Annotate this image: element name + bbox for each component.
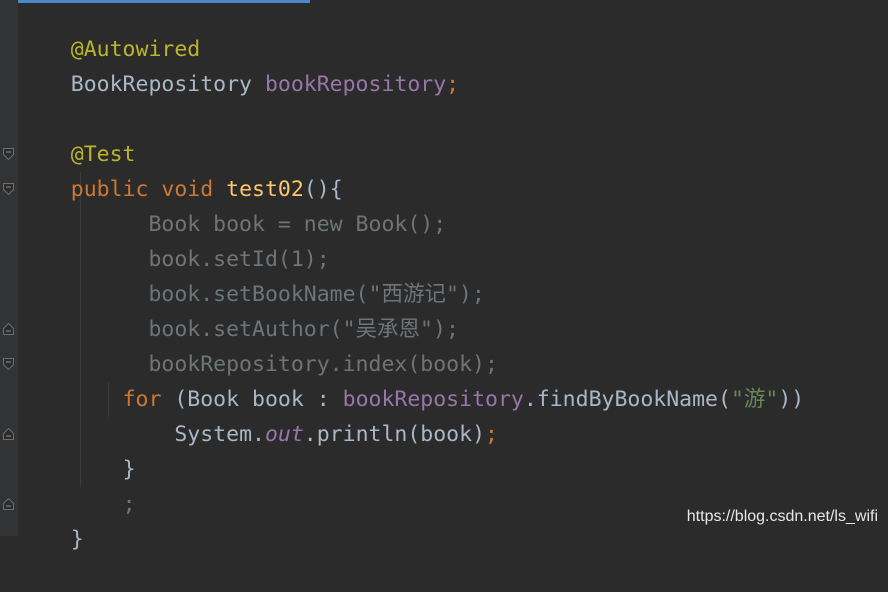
semicolon: ; [446,72,460,97]
code-line-13[interactable]: } [19,417,136,482]
code-line-6[interactable]: Book book = new Book(); [19,172,446,237]
field-name: bookRepository [264,72,447,97]
watermark-url: https://blog.csdn.net/ls_wifi [686,508,878,525]
closing-parens: )) [778,387,805,412]
empty-statement: ; [122,492,136,517]
semicolon: ; [485,422,498,447]
class-reference: System. [174,422,265,447]
editor-gutter [0,0,18,536]
fold-open-icon[interactable] [3,183,14,195]
fold-close-icon[interactable] [3,428,14,440]
code-line-1[interactable]: @Autowired [19,0,200,62]
method-call: .findByBookName( [523,387,731,412]
code-editor[interactable]: @Autowired BookRepository bookRepository… [0,0,888,552]
method-call: .println(book) [303,422,486,447]
string-literal: "游" [730,387,779,412]
code-line-11[interactable]: for (Book book : bookRepository.findByBo… [19,347,805,412]
code-line-15[interactable]: } [19,487,84,552]
code-line-9[interactable]: book.setAuthor("吴承恩"); [19,277,458,342]
static-field: out [264,422,304,447]
code-line-7[interactable]: book.setId(1); [19,207,329,272]
fold-close-icon[interactable] [3,498,14,510]
code-line-5[interactable]: public void test02(){ [19,137,343,202]
fold-close-icon[interactable] [3,323,14,335]
type-name: BookRepository [70,72,252,97]
fold-open-icon[interactable] [3,358,14,370]
code-line-4[interactable]: @Test [19,102,136,167]
code-line-8[interactable]: book.setBookName("西游记"); [19,242,484,307]
code-line-2[interactable]: BookRepository bookRepository; [19,32,459,97]
code-line-12[interactable]: System.out.println(book); [19,382,498,447]
fold-open-icon[interactable] [3,148,14,160]
code-line-10[interactable]: bookRepository.index(book); [19,312,498,377]
closing-brace: } [70,527,84,552]
code-line-14[interactable]: ; [19,452,136,517]
